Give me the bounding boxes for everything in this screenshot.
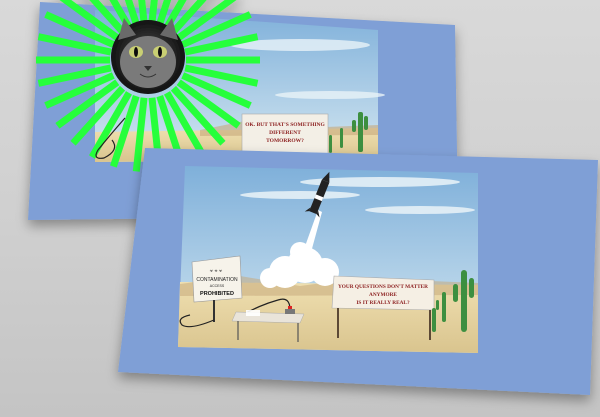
warning-line-3: PROHIBITED: [200, 291, 234, 297]
scene-svg: OK. BUT THAT'S SOMETHING DIFFERENT TOMOR…: [28, 0, 598, 395]
billboard-line-1: YOUR QUESTIONS DON'T MATTER: [338, 284, 428, 290]
billboard-line-2: ANYMORE: [369, 292, 397, 298]
front-card: ☣ ☣ ☣ CONTAMINATION ACCESS PROHIBITED YO…: [118, 148, 598, 395]
svg-text:☣ ☣ ☣: ☣ ☣ ☣: [210, 268, 223, 273]
postcard-scene: OK. BUT THAT'S SOMETHING DIFFERENT TOMOR…: [0, 0, 600, 417]
warning-line-2: ACCESS: [210, 284, 225, 288]
back-sign-line-2: DIFFERENT: [269, 130, 301, 136]
back-sign-line-1: OK. BUT THAT'S SOMETHING: [245, 122, 325, 128]
warning-line-1: CONTAMINATION: [196, 277, 238, 283]
detonator-icon: [285, 309, 295, 314]
cat-face-icon: [111, 18, 185, 94]
billboard-line-3: IS IT REALLY REAL?: [356, 300, 410, 306]
back-sign-line-3: TOMORROW?: [266, 138, 304, 144]
front-picture: ☣ ☣ ☣ CONTAMINATION ACCESS PROHIBITED YO…: [178, 166, 478, 353]
